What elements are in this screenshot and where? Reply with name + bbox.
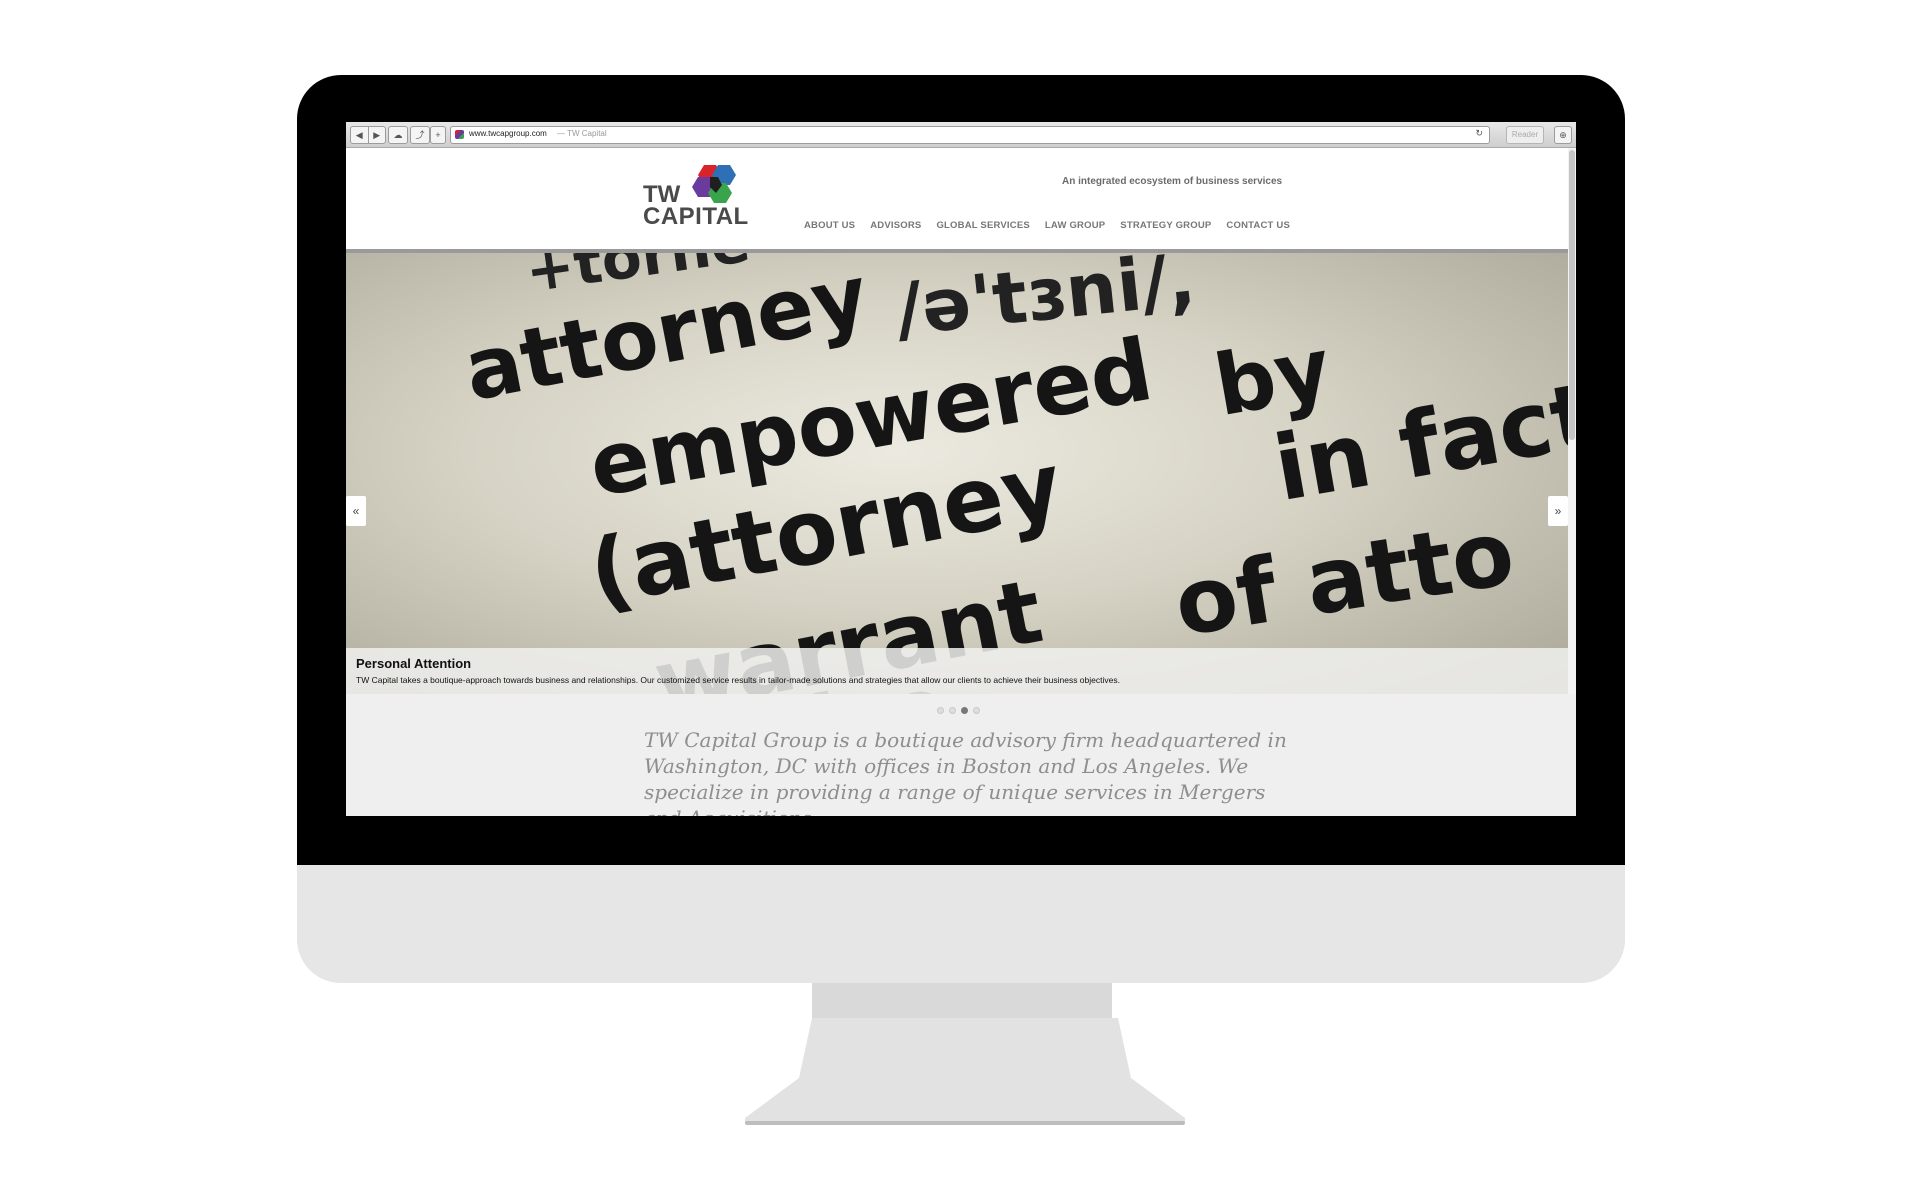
nav-about-us[interactable]: ABOUT US xyxy=(804,220,855,231)
reload-icon[interactable]: ↻ xyxy=(1475,128,1483,139)
address-url[interactable]: www.twcapgroup.com xyxy=(469,129,547,138)
slider-dot[interactable] xyxy=(937,707,944,714)
slider-dot[interactable] xyxy=(973,707,980,714)
monitor-chin xyxy=(297,865,1625,983)
nav-advisors[interactable]: ADVISORS xyxy=(870,220,921,231)
monitor-stand-base xyxy=(745,1121,1185,1125)
slider-next-button[interactable]: » xyxy=(1548,496,1568,526)
site-header: TW CAPITAL An integrated ecosystem of bu… xyxy=(346,148,1568,253)
slider-dot-active[interactable] xyxy=(961,707,968,714)
cloud-icon[interactable]: ☁ xyxy=(388,126,408,144)
monitor-stand-foot xyxy=(745,1018,1185,1123)
nav-strategy-group[interactable]: STRATEGY GROUP xyxy=(1120,220,1211,231)
slider-prev-button[interactable]: « xyxy=(346,496,366,526)
nav-law-group[interactable]: LAW GROUP xyxy=(1045,220,1105,231)
browser-toolbar: ◀ ▶ ☁ ⤴ + www.twcapgroup.com — TW Capita… xyxy=(346,122,1576,148)
back-icon[interactable]: ◀ xyxy=(351,127,368,143)
favicon-icon xyxy=(455,130,464,139)
site-tagline: An integrated ecosystem of business serv… xyxy=(1062,176,1283,187)
intro-text: TW Capital Group is a boutique advisory … xyxy=(644,728,1287,816)
reader-button[interactable]: Reader xyxy=(1506,126,1544,144)
hero-slider: +torne attorney /ə'tɜni/, empowered by (… xyxy=(346,253,1568,694)
scrollbar-thumb[interactable] xyxy=(1569,150,1575,440)
address-page-title: — TW Capital xyxy=(557,129,607,138)
slide-caption-title: Personal Attention xyxy=(356,656,472,671)
slide-caption: Personal Attention TW Capital takes a bo… xyxy=(346,648,1568,694)
nav-global-services[interactable]: GLOBAL SERVICES xyxy=(936,220,1029,231)
monitor-stand-neck xyxy=(812,983,1112,1018)
forward-icon[interactable]: ▶ xyxy=(367,127,386,143)
add-icon[interactable]: + xyxy=(430,126,446,144)
share-icon[interactable]: ⤴ xyxy=(410,126,430,144)
address-bar[interactable]: www.twcapgroup.com — TW Capital ↻ xyxy=(450,126,1490,144)
page-scrollbar[interactable] xyxy=(1568,148,1576,694)
logo-text-capital: CAPITAL xyxy=(643,203,749,230)
slider-dot[interactable] xyxy=(949,707,956,714)
slider-pagination xyxy=(937,707,980,714)
main-nav: ABOUT US ADVISORS GLOBAL SERVICES LAW GR… xyxy=(804,220,1290,231)
site-logo[interactable]: TW CAPITAL xyxy=(643,163,765,231)
nav-contact-us[interactable]: CONTACT US xyxy=(1226,220,1290,231)
slide-caption-text: TW Capital takes a boutique-approach tow… xyxy=(356,675,1120,685)
history-buttons: ◀ ▶ xyxy=(350,126,386,144)
intro-section: TW Capital Group is a boutique advisory … xyxy=(346,694,1576,816)
download-icon[interactable]: ⊕ xyxy=(1554,126,1572,144)
screen: ◀ ▶ ☁ ⤴ + www.twcapgroup.com — TW Capita… xyxy=(346,122,1576,816)
